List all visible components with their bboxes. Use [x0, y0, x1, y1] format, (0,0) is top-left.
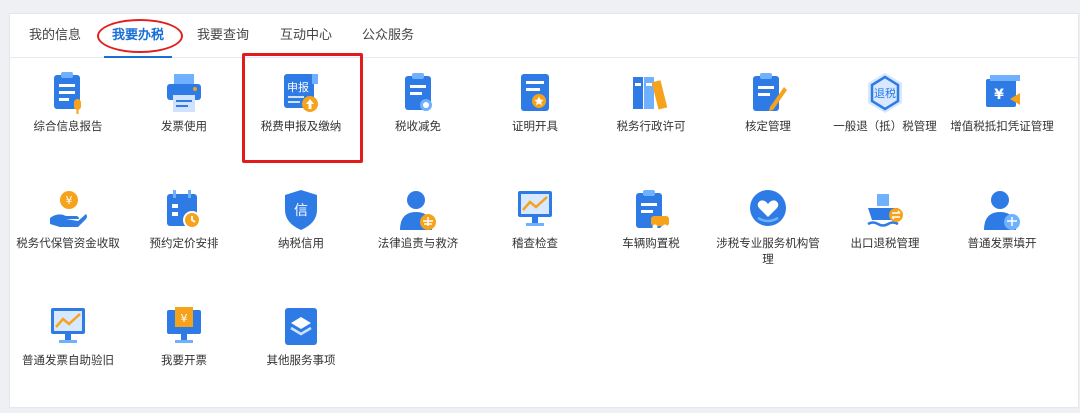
calendar-clock-icon — [167, 190, 201, 229]
invoice-screen-icon: ¥ — [167, 307, 201, 343]
tax-relief-icon — [405, 73, 432, 111]
service-label: 发票使用 — [161, 119, 207, 133]
svg-text:信: 信 — [294, 203, 308, 219]
clipboard-edit-icon — [753, 73, 787, 111]
tab-public-service[interactable]: 公众服务 — [362, 14, 414, 57]
service-general-refund[interactable]: 退税 一般退（抵）税管理 — [827, 71, 943, 134]
printer-icon — [167, 74, 201, 112]
service-other-matters[interactable]: 其他服务事项 — [243, 305, 359, 368]
tab-my-info[interactable]: 我的信息 — [29, 14, 81, 57]
service-label: 普通发票填开 — [967, 236, 1037, 250]
service-vat-voucher[interactable]: ¥ 增值税抵扣凭证管理 — [944, 71, 1060, 134]
highlight-annotation-box — [242, 53, 363, 163]
tab-interaction[interactable]: 互动中心 — [280, 14, 332, 57]
svg-text:退税: 退税 — [874, 86, 896, 100]
service-agency-management[interactable]: 涉税专业服务机构管理 — [710, 188, 826, 267]
service-label: 预约定价安排 — [149, 236, 219, 250]
service-label: 税收减免 — [395, 119, 441, 133]
tab-circle-annotation — [97, 19, 183, 53]
service-invoice-verify[interactable]: 普通发票自助验旧 — [10, 305, 126, 368]
service-custody-funds[interactable]: ¥ 税务代保管资金收取 — [10, 188, 126, 251]
tab-query[interactable]: 我要查询 — [197, 14, 249, 57]
service-label: 出口退税管理 — [850, 236, 920, 250]
service-label: 我要开票 — [161, 353, 207, 367]
service-issue-invoice[interactable]: ¥ 我要开票 — [126, 305, 242, 368]
service-label: 证明开具 — [512, 119, 558, 133]
credit-shield-icon: 信 — [285, 190, 317, 230]
service-general-invoice-issue[interactable]: 普通发票填开 — [944, 188, 1060, 251]
service-label: 涉税专业服务机构管理 — [716, 236, 820, 266]
service-label: 纳税信用 — [278, 236, 324, 250]
service-label: 核定管理 — [745, 119, 791, 133]
service-label: 其他服务事项 — [266, 353, 336, 367]
service-admin-license[interactable]: 税务行政许可 — [593, 71, 709, 134]
service-legal-remedy[interactable]: 法律追责与救济 — [360, 188, 476, 251]
service-label: 普通发票自助验旧 — [22, 353, 114, 367]
vat-voucher-icon: ¥ — [986, 75, 1020, 107]
certificate-icon — [521, 74, 549, 111]
report-mic-icon — [54, 72, 81, 114]
service-label: 税务代保管资金收取 — [16, 236, 120, 250]
ship-icon — [867, 194, 903, 227]
service-label: 法律追责与救济 — [377, 236, 459, 250]
person-scale-icon — [984, 191, 1020, 230]
service-label: 车辆购置税 — [622, 236, 680, 250]
service-comprehensive-report[interactable]: 综合信息报告 — [10, 71, 126, 134]
svg-text:¥: ¥ — [181, 312, 188, 325]
service-label: 税务行政许可 — [616, 119, 686, 133]
active-tab-underline — [104, 56, 173, 58]
service-label: 综合信息报告 — [33, 119, 103, 133]
monitor-trend-icon — [51, 308, 85, 343]
service-label: 增值税抵扣凭证管理 — [950, 119, 1054, 133]
service-tax-credit[interactable]: 信 纳税信用 — [243, 188, 359, 251]
service-invoice-use[interactable]: 发票使用 — [126, 71, 242, 134]
lawyer-icon — [400, 191, 436, 230]
hand-coin-icon: ¥ — [50, 191, 87, 227]
service-assessment[interactable]: 核定管理 — [710, 71, 826, 134]
service-certificate[interactable]: 证明开具 — [477, 71, 593, 134]
service-label: 一般退（抵）税管理 — [833, 119, 937, 133]
service-tax-relief[interactable]: 税收减免 — [360, 71, 476, 134]
service-heart-icon — [750, 190, 786, 226]
tax-service-panel: 我的信息 我要办税 我要查询 互动中心 公众服务 综合信息报告 发票使用 申报 … — [9, 13, 1079, 408]
binders-icon — [633, 77, 668, 110]
svg-text:¥: ¥ — [66, 194, 73, 207]
layers-icon — [285, 308, 317, 345]
monitor-chart-icon — [518, 191, 552, 226]
svg-text:¥: ¥ — [994, 87, 1004, 103]
vehicle-clipboard-icon — [636, 190, 669, 230]
refund-icon: 退税 — [868, 73, 902, 113]
service-inspection[interactable]: 稽查检查 — [477, 188, 593, 251]
service-pricing-arrangement[interactable]: 预约定价安排 — [126, 188, 242, 251]
service-export-refund[interactable]: 出口退税管理 — [827, 188, 943, 251]
service-vehicle-tax[interactable]: 车辆购置税 — [593, 188, 709, 251]
service-label: 稽查检查 — [512, 236, 558, 250]
